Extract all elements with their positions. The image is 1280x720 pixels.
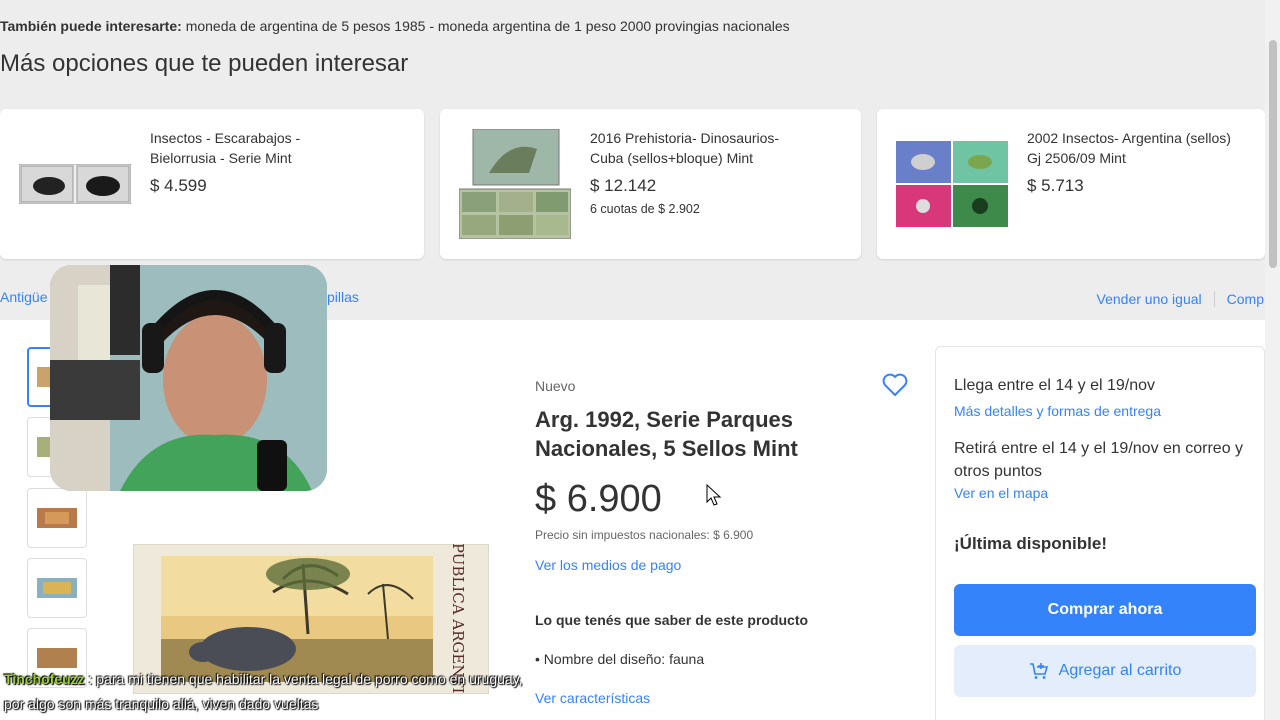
streamer-video xyxy=(50,265,327,491)
chat-message-line-2: por algo son más tranquilo allá, viven d… xyxy=(4,696,319,712)
recommendation-card[interactable]: 2016 Prehistoria- Dinosaurios- Cuba (sel… xyxy=(440,109,861,259)
features-link[interactable]: Ver características xyxy=(535,690,650,706)
thumbnail[interactable] xyxy=(27,558,87,618)
delivery-details-link[interactable]: Más detalles y formas de entrega xyxy=(954,403,1161,419)
card-image xyxy=(458,129,572,239)
card-title[interactable]: 2002 Insectos- Argentina (sellos) Gj 250… xyxy=(1027,128,1237,168)
favorite-heart-icon[interactable] xyxy=(881,371,909,399)
card-price: $ 5.713 xyxy=(1027,176,1084,195)
card-title[interactable]: 2016 Prehistoria- Dinosaurios- Cuba (sel… xyxy=(590,128,800,168)
product-condition: Nuevo xyxy=(535,378,576,394)
chat-message-line: Tinchofeuzz : para mi tienen que habilit… xyxy=(4,671,523,687)
add-to-cart-button[interactable]: Agregar al carrito xyxy=(954,645,1256,697)
sell-same-link[interactable]: Vender uno igual xyxy=(1097,291,1202,307)
chat-text: : para mi tienen que habilitar la venta … xyxy=(88,671,523,687)
feature-text: Nombre del diseño: fauna xyxy=(543,651,705,667)
chat-username: Tinchofeuzz xyxy=(4,671,85,687)
tax-note: Precio sin impuestos nacionales: $ 6.900 xyxy=(535,528,754,542)
arrival-text: Llega entre el 14 y el 19/nov xyxy=(954,377,1156,394)
mouse-cursor-icon xyxy=(706,484,722,506)
buy-box: Llega entre el 14 y el 19/nov Más detall… xyxy=(935,346,1265,720)
breadcrumb[interactable]: Antigüe xyxy=(0,289,47,305)
cart-plus-icon xyxy=(1029,663,1048,679)
card-title[interactable]: Insectos - Escarabajos - Bielorrusia - S… xyxy=(150,128,360,168)
also-interested-label: También puede interesarte: xyxy=(0,18,182,34)
card-image xyxy=(18,129,132,239)
product-title: Arg. 1992, Serie Parques Nacionales, 5 S… xyxy=(535,407,798,461)
card-image xyxy=(895,129,1009,239)
sell-links: Vender uno igual Comp xyxy=(1097,291,1264,307)
recommendation-card[interactable]: 2002 Insectos- Argentina (sellos) Gj 250… xyxy=(877,109,1265,259)
recommendation-card[interactable]: Insectos - Escarabajos - Bielorrusia - S… xyxy=(0,109,424,259)
payment-methods-link[interactable]: Ver los medios de pago xyxy=(535,557,681,573)
product-info-title: Lo que tenés que saber de este producto xyxy=(535,612,809,628)
breadcrumb-tail[interactable]: pillas xyxy=(327,289,359,305)
also-interested-links[interactable]: moneda de argentina de 5 pesos 1985 - mo… xyxy=(186,18,790,34)
webcam-overlay xyxy=(50,265,327,491)
stock-text: ¡Última disponible! xyxy=(954,534,1107,553)
feature-item: • Nombre del diseño: fauna xyxy=(535,651,705,667)
add-to-cart-label: Agregar al carrito xyxy=(1058,662,1182,679)
thumbnail[interactable] xyxy=(27,488,87,548)
card-installments: 6 cuotas de $ 2.902 xyxy=(590,202,700,216)
page-scrollbar[interactable] xyxy=(1265,0,1280,720)
scrollbar-thumb[interactable] xyxy=(1269,40,1277,268)
pickup-text: Retirá entre el 14 y el 19/nov en correo… xyxy=(954,440,1244,480)
map-link[interactable]: Ver en el mapa xyxy=(954,485,1048,501)
card-price: $ 12.142 xyxy=(590,176,657,195)
buy-now-button[interactable]: Comprar ahora xyxy=(954,584,1256,636)
more-options-title: Más opciones que te pueden interesar xyxy=(0,50,409,77)
divider xyxy=(1213,291,1215,307)
card-price: $ 4.599 xyxy=(150,176,207,195)
product-price: $ 6.900 xyxy=(535,478,662,520)
compare-link[interactable]: Comp xyxy=(1227,291,1264,307)
also-interested-line: También puede interesarte: moneda de arg… xyxy=(0,18,790,34)
